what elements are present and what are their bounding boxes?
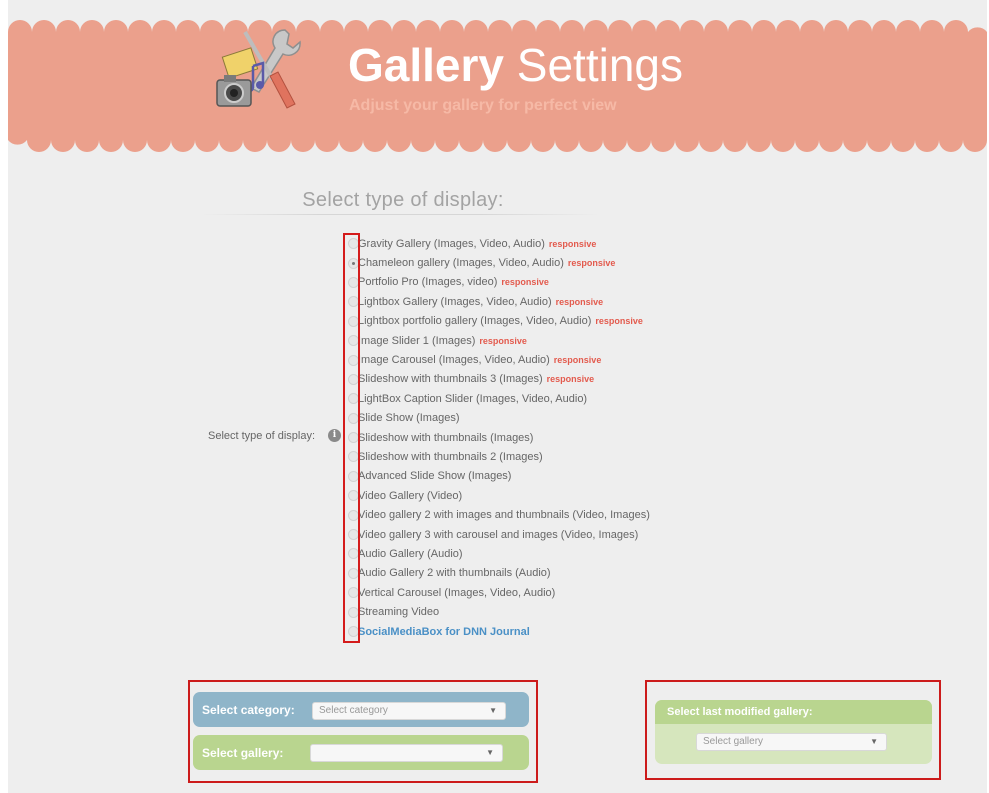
option-label: Slide Show (Images) [358,412,460,425]
option-label: Vertical Carousel (Images, Video, Audio) [358,586,556,599]
radio-column-annotation [343,233,360,643]
option-label: Gravity Gallery (Images, Video, Audio) [358,237,545,250]
option-label: Portfolio Pro (Images, video) [358,276,498,289]
option-label: Audio Gallery (Audio) [358,547,463,560]
header-banner: Gallery Settings Adjust your gallery for… [8,20,987,152]
display-type-field-label: Select type of display: [208,430,316,442]
responsive-badge: responsive [567,258,616,269]
category-select[interactable]: Select category ▼ [312,702,506,720]
display-option[interactable]: Lightbox portfolio gallery (Images, Vide… [348,312,650,331]
option-label: Slideshow with thumbnails (Images) [358,431,534,444]
option-label: Chameleon gallery (Images, Video, Audio) [358,257,564,270]
display-option[interactable]: Video gallery 3 with carousel and images… [348,525,650,544]
display-option[interactable]: Audio Gallery (Audio) [348,544,650,563]
gallery-label: Select gallery: [202,746,284,760]
option-label: Lightbox Gallery (Images, Video, Audio) [358,295,552,308]
responsive-badge: responsive [546,374,595,385]
display-option[interactable]: Lightbox Gallery (Images, Video, Audio) r… [348,292,650,311]
option-label: Slideshow with thumbnails 2 (Images) [358,450,543,463]
display-option[interactable]: Image Carousel (Images, Video, Audio) res… [348,350,650,369]
display-option[interactable]: Video Gallery (Video) [348,486,650,505]
option-label: Lightbox portfolio gallery (Images, Vide… [358,315,592,328]
display-option[interactable]: Vertical Carousel (Images, Video, Audio) [348,583,650,602]
responsive-badge: responsive [555,296,604,307]
display-option[interactable]: Slideshow with thumbnails 2 (Images) [348,447,650,466]
display-option[interactable]: Audio Gallery 2 with thumbnails (Audio) [348,564,650,583]
camera-tools-icon [216,29,301,109]
display-option[interactable]: Streaming Video [348,602,650,621]
responsive-badge: responsive [501,277,549,288]
option-label: Image Carousel (Images, Video, Audio) [358,354,550,367]
option-link[interactable]: SocialMediaBox for DNN Journal [358,626,530,638]
chevron-down-icon: ▼ [489,706,497,715]
display-option[interactable]: Video gallery 2 with images and thumbnai… [348,505,650,524]
display-section-heading: Select type of display: [302,189,504,211]
chevron-down-icon: ▼ [486,748,494,757]
heading-divider [200,214,600,215]
option-label: Video gallery 3 with carousel and images… [358,528,639,541]
display-option[interactable]: Advanced Slide Show (Images) [348,467,650,486]
display-option[interactable]: Chameleon gallery (Images, Video, Audio)… [348,253,650,272]
last-modified-select-value: Select gallery [703,736,764,747]
option-label: Image Slider 1 (Images) [358,334,476,347]
responsive-badge: responsive [553,355,602,366]
last-modified-header: Select last modified gallery: [655,700,932,724]
last-modified-gallery-select[interactable]: Select gallery ▼ [696,733,887,751]
display-option[interactable]: LightBox Caption Slider (Images, Video, … [348,389,650,408]
last-modified-label: Select last modified gallery: [667,706,813,718]
display-option[interactable]: Portfolio Pro (Images, video) responsive [348,273,650,292]
gallery-select[interactable]: ▼ [310,744,503,762]
display-option[interactable]: Slideshow with thumbnails 3 (Images) resp… [348,370,650,389]
display-option[interactable]: Slide Show (Images) [348,409,650,428]
option-label: Video Gallery (Video) [358,489,463,502]
category-label: Select category: [202,703,295,717]
responsive-badge: responsive [548,238,597,249]
title-light-part: Settings [516,39,683,91]
option-label: LightBox Caption Slider (Images, Video, … [358,392,588,405]
page-title: Gallery Settings [348,40,683,90]
responsive-badge: responsive [479,335,527,346]
display-option[interactable]: Image Slider 1 (Images) responsive [348,331,650,350]
info-icon[interactable]: i [328,429,341,442]
page-subtitle: Adjust your gallery for perfect view [349,97,617,114]
display-option[interactable]: SocialMediaBox for DNN Journal [348,622,650,641]
option-label: Advanced Slide Show (Images) [358,470,512,483]
chevron-down-icon: ▼ [870,737,878,746]
display-option[interactable]: Slideshow with thumbnails (Images) [348,428,650,447]
display-type-radio-list: Gravity Gallery (Images, Video, Audio) re… [348,234,650,641]
option-label: Audio Gallery 2 with thumbnails (Audio) [358,567,551,580]
category-select-value: Select category [319,705,388,716]
title-bold-part: Gallery [348,39,504,91]
display-option[interactable]: Gravity Gallery (Images, Video, Audio) re… [348,234,650,253]
option-label: Slideshow with thumbnails 3 (Images) [358,373,543,386]
responsive-badge: responsive [595,316,643,327]
option-label: Video gallery 2 with images and thumbnai… [358,509,650,522]
option-label: Streaming Video [358,606,440,619]
